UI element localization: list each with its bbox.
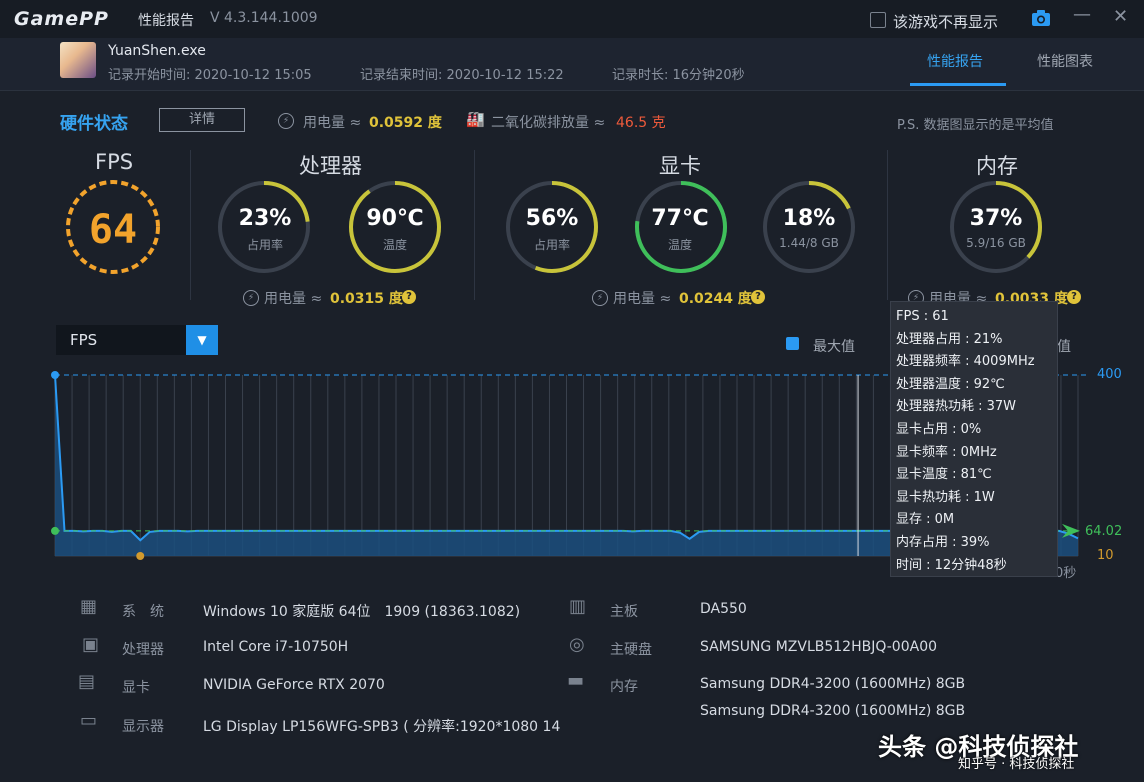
disk-label: 主硬盘 — [610, 642, 652, 658]
monitor-icon: ▭ — [80, 710, 98, 731]
tooltip-line: 内存占用 : 39% — [896, 534, 990, 550]
os-value: Windows 10 家庭版 64位 1909 (18363.1082) — [203, 604, 521, 620]
gpu-temp-value: 77℃ — [651, 206, 709, 231]
y-max-label: 400 — [1097, 367, 1122, 382]
min-point — [136, 552, 145, 560]
gpu-vram-value: 18% — [782, 206, 836, 231]
cpu-usage-label: 占用率 — [246, 238, 283, 252]
gpu-power-label: 用电量 ≈ — [613, 291, 672, 307]
tooltip-line: 显存 : 0M — [896, 512, 955, 528]
gpu-value: NVIDIA GeForce RTX 2070 — [203, 677, 385, 693]
fps-gauge: 64 — [66, 180, 160, 274]
chevron-down-icon[interactable]: ▼ — [186, 325, 218, 355]
tooltip-line: 显卡温度 : 81℃ — [896, 467, 992, 483]
max-point — [51, 371, 59, 379]
monitor-value: LG Display LP156WFG-SPB3 ( 分辨率:1920*1080… — [203, 719, 561, 735]
x-end-label: 0秒 — [1055, 566, 1076, 580]
fps-value: 64 — [89, 207, 137, 253]
disk-icon: ◎ — [569, 634, 585, 655]
help-icon[interactable]: ? — [1067, 290, 1081, 304]
memory-icon: ▬ — [567, 670, 585, 691]
metric-select[interactable]: FPS — [56, 325, 186, 355]
cpu-power-value: 0.0315 度 — [330, 291, 403, 307]
cpu-usage-value: 23% — [238, 206, 292, 231]
tooltip-line: 处理器温度 : 92℃ — [896, 376, 1005, 392]
legend-max-swatch[interactable] — [786, 337, 799, 350]
disk-value: SAMSUNG MZVLB512HBJQ-00A00 — [700, 639, 938, 655]
motherboard-icon: ▥ — [569, 596, 587, 617]
power-icon: ⚡ — [592, 290, 608, 306]
cpu-value: Intel Core i7-10750H — [203, 639, 349, 655]
y-min-label: 10 — [1097, 548, 1114, 563]
tooltip-line: 处理器热功耗 : 37W — [896, 399, 1017, 415]
mem-label: 内存 — [610, 679, 638, 695]
memory-usage-label: 5.9/16 GB — [966, 236, 1026, 250]
tooltip-line: 处理器占用 : 21% — [896, 331, 1003, 347]
gpu-label: 显卡 — [122, 680, 150, 696]
board-label: 主板 — [610, 604, 638, 620]
gpu-power-value: 0.0244 度 — [679, 291, 752, 307]
mem-value-1: Samsung DDR4-3200 (1600MHz) 8GB — [700, 676, 966, 692]
monitor-label: 显示器 — [122, 719, 164, 735]
gpu-usage-label: 占用率 — [533, 238, 570, 252]
gpu-icon: ▤ — [78, 671, 96, 692]
tooltip-line: 时间 : 12分钟48秒 — [896, 557, 1007, 573]
gpu-vram-label: 1.44/8 GB — [779, 236, 839, 250]
cpu-temp-label: 温度 — [382, 238, 407, 252]
tooltip-line: 显卡热功耗 : 1W — [896, 489, 995, 505]
mem-value-2: Samsung DDR4-3200 (1600MHz) 8GB — [700, 703, 966, 719]
avg-point — [51, 526, 59, 535]
system-icon: ▦ — [80, 596, 98, 617]
power-icon: ⚡ — [243, 290, 259, 306]
chart-tooltip: FPS : 61 处理器占用 : 21% 处理器频率 : 4009MHz 处理器温度 … — [890, 301, 1058, 577]
tooltip-line: 显卡占用 : 0% — [896, 421, 982, 437]
gpu-usage-value: 56% — [525, 206, 579, 231]
os-label: 系 统 — [122, 604, 164, 620]
watermark-small: 知乎号 · 科技侦探社 — [958, 757, 1075, 772]
legend-avg-label[interactable]: 值 — [1057, 336, 1071, 356]
gpu-temp-label: 温度 — [667, 238, 692, 252]
board-value: DA550 — [700, 601, 747, 617]
cpu-label: 处理器 — [122, 642, 164, 658]
tooltip-line: 显卡频率 : 0MHz — [896, 444, 997, 460]
gauges-layer: 64 — [66, 180, 1042, 274]
memory-usage-value: 37% — [969, 206, 1023, 231]
cpu-temp-value: 90℃ — [366, 206, 424, 231]
tooltip-line: FPS : 61 — [896, 309, 949, 324]
help-icon[interactable]: ? — [402, 290, 416, 304]
legend-max-label[interactable]: 最大值 — [813, 336, 855, 356]
help-icon[interactable]: ? — [751, 290, 765, 304]
cpu-power-label: 用电量 ≈ — [264, 291, 323, 307]
y-avg-label: 64.02 — [1085, 524, 1122, 539]
cpu-icon: ▣ — [82, 634, 100, 655]
tooltip-line: 处理器频率 : 4009MHz — [896, 354, 1035, 370]
